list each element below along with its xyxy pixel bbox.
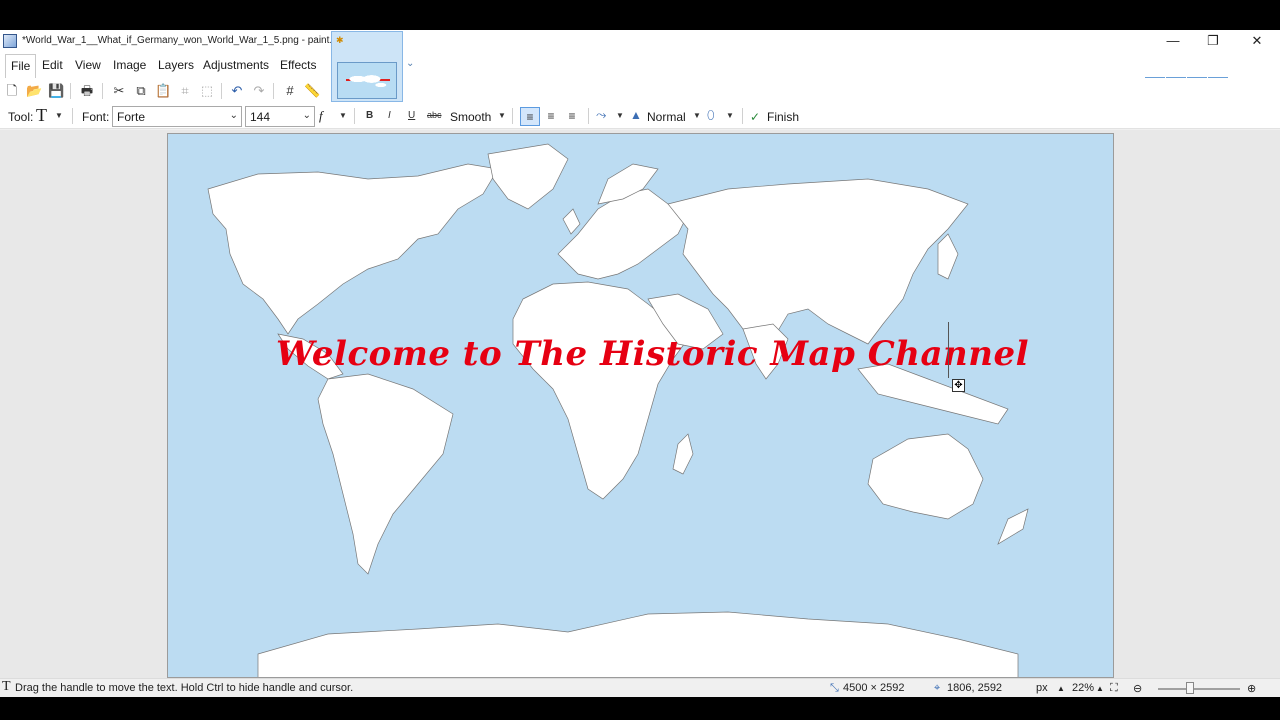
cursor-position-icon: ⌖ — [934, 682, 941, 694]
antialiasing-dropdown-icon[interactable]: ▼ — [498, 111, 506, 120]
align-left-button[interactable]: ≡ — [520, 107, 540, 126]
zoom-slider-thumb[interactable] — [1186, 682, 1194, 694]
image-tab-thumbnail[interactable]: ✱ — [331, 31, 403, 102]
open-folder-icon[interactable]: 📂 — [26, 83, 42, 99]
ruler-icon[interactable]: 📏 — [304, 83, 320, 99]
bold-button[interactable]: B — [366, 110, 373, 121]
british-isles — [562, 208, 581, 235]
zoom-dropdown-icon[interactable]: ▲ — [1096, 684, 1104, 693]
italic-button[interactable]: I — [388, 110, 391, 121]
chevron-down-icon: ⌄ — [229, 110, 238, 121]
world-map — [207, 143, 1029, 677]
print-icon[interactable]: 🖶 — [79, 83, 95, 99]
zoom-to-window-icon[interactable]: ⛶ — [1110, 682, 1118, 695]
window-title: *World_War_1__What_if_Germany_won_World_… — [22, 35, 372, 46]
move-handle-icon[interactable]: ✥ — [952, 379, 965, 392]
redo-icon[interactable]: ↷ — [251, 83, 267, 99]
blend-mode-select[interactable]: Normal — [647, 110, 686, 124]
grid-icon[interactable]: # — [282, 83, 298, 99]
europe — [557, 188, 689, 280]
restore-button[interactable]: ❐ — [1193, 30, 1233, 52]
image-size: 4500 × 2592 — [843, 682, 905, 694]
font-size-select[interactable]: 144 ⌄ — [245, 106, 315, 127]
menu-bar: File Edit View Image Layers Adjustments … — [0, 52, 1280, 97]
antarctica — [257, 611, 1019, 677]
checkmark-icon: ✓ — [750, 110, 761, 124]
menu-layers[interactable]: Layers — [158, 58, 194, 72]
status-bar: T Drag the handle to move the text. Hold… — [0, 678, 1280, 697]
antialiasing-select[interactable]: Smooth — [450, 110, 491, 124]
status-hint: Drag the handle to move the text. Hold C… — [15, 682, 354, 694]
new-zealand — [997, 508, 1029, 545]
strikethrough-button[interactable]: abc — [427, 110, 442, 120]
menu-image[interactable]: Image — [113, 58, 146, 72]
top-black-bar — [0, 0, 1280, 30]
units-select[interactable]: px — [1036, 682, 1048, 694]
zoom-out-icon[interactable]: ⊖ — [1133, 682, 1142, 695]
finish-button[interactable]: Finish — [767, 110, 799, 124]
deselect-icon[interactable]: ⬚ — [199, 83, 215, 99]
cursor-position: 1806, 2592 — [947, 682, 1003, 694]
land-masses — [207, 143, 1029, 677]
south-america — [317, 373, 454, 575]
image-canvas[interactable]: Welcome to The Historic Map Channel ✥ — [167, 133, 1114, 678]
text-cursor — [948, 322, 949, 378]
underline-button[interactable]: U — [408, 110, 415, 121]
new-file-icon[interactable]: 🗋 — [4, 83, 20, 99]
antialias-shape-icon[interactable]: ⬯ — [707, 108, 715, 123]
tab-list-chevron-icon[interactable]: ⌄ — [406, 58, 414, 69]
text-tool-status-icon: T — [2, 679, 11, 694]
paintnet-window: *World_War_1__What_if_Germany_won_World_… — [0, 30, 1280, 697]
canvas-text-overlay: Welcome to The Historic Map Channel — [276, 334, 1029, 374]
font-family-select[interactable]: Forte ⌄ — [112, 106, 242, 127]
menu-effects[interactable]: Effects — [280, 58, 316, 72]
clipping-dropdown-icon[interactable]: ▼ — [616, 111, 624, 120]
japan — [937, 233, 959, 280]
main-toolbar: 🗋 📂 💾 🖶 ✂ ⧉ 📋 ⌗ ⬚ ↶ ↷ # 📏 — [0, 78, 1280, 104]
font-size-value: 144 — [250, 110, 271, 124]
align-right-button[interactable]: ≡ — [562, 107, 582, 126]
font-label: Font: — [82, 110, 110, 124]
text-tool-icon[interactable]: T — [36, 105, 47, 126]
tool-dropdown-icon[interactable]: ▼ — [55, 111, 63, 120]
shape-dropdown-icon[interactable]: ▼ — [726, 111, 734, 120]
bottom-black-bar — [0, 697, 1280, 720]
save-icon[interactable]: 💾 — [48, 83, 64, 99]
zoom-slider-track[interactable] — [1158, 688, 1240, 690]
menu-file[interactable]: File — [5, 54, 37, 78]
greenland — [487, 143, 569, 210]
undo-icon[interactable]: ↶ — [229, 83, 245, 99]
thumbnail-preview — [337, 62, 397, 99]
zoom-in-icon[interactable]: ⊕ — [1247, 682, 1256, 695]
blend-mode-dropdown-icon[interactable]: ▼ — [693, 111, 701, 120]
image-size-icon: ⤡ — [830, 682, 839, 694]
menu-adjustments[interactable]: Adjustments — [203, 58, 269, 72]
cut-icon[interactable]: ✂ — [111, 83, 127, 99]
paste-icon[interactable]: 📋 — [155, 83, 171, 99]
tool-options-bar: Tool: T ▼ Font: Forte ⌄ 144 ⌄ f ▼ B I U … — [0, 104, 1280, 129]
menu-edit[interactable]: Edit — [42, 58, 63, 72]
font-smoothing-icon[interactable]: f — [319, 108, 323, 124]
zoom-select[interactable]: 22% — [1072, 682, 1094, 694]
units-dropdown-icon[interactable]: ▲ — [1057, 684, 1065, 693]
title-bar: *World_War_1__What_if_Germany_won_World_… — [0, 30, 1280, 52]
chevron-down-icon: ⌄ — [302, 110, 311, 121]
menu-view[interactable]: View — [75, 58, 101, 72]
align-center-button[interactable]: ≡ — [541, 107, 561, 126]
copy-icon[interactable]: ⧉ — [133, 83, 149, 99]
font-family-value: Forte — [117, 110, 146, 124]
unsaved-star-icon: ✱ — [336, 35, 344, 45]
minimize-button[interactable]: — — [1153, 30, 1193, 52]
blend-mode-icon: ▲ — [630, 108, 642, 122]
north-america — [207, 163, 499, 335]
madagascar — [672, 433, 694, 475]
canvas-workspace: Welcome to The Historic Map Channel ✥ — [0, 130, 1280, 678]
paintnet-app-icon — [3, 34, 17, 48]
australia — [867, 433, 984, 520]
selection-clipping-icon[interactable]: ⤳ — [596, 107, 606, 123]
font-options-dropdown-icon[interactable]: ▼ — [339, 111, 347, 120]
tool-label: Tool: — [8, 110, 34, 124]
close-button[interactable]: ✕ — [1237, 30, 1277, 52]
crop-to-selection-icon[interactable]: ⌗ — [177, 83, 193, 99]
